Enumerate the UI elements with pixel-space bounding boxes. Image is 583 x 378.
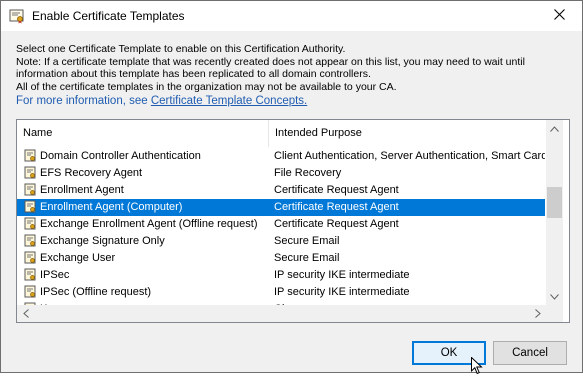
horizontal-scrollbar[interactable] <box>17 305 546 322</box>
scroll-left-icon[interactable] <box>17 305 34 322</box>
list-rows: Domain Controller Authentication Client A… <box>17 148 545 318</box>
list-item[interactable]: Exchange User Secure Email <box>17 250 545 267</box>
vertical-scrollbar[interactable] <box>546 120 563 305</box>
list-item[interactable]: Enrollment Agent Certificate Request Agen… <box>17 182 545 199</box>
enable-certificate-templates-dialog: Enable Certificate Templates Select one … <box>0 0 583 375</box>
list-item[interactable]: Exchange Enrollment Agent (Offline reque… <box>17 216 545 233</box>
template-name: Enrollment Agent (Computer) <box>40 201 183 213</box>
column-header-intended-purpose[interactable]: Intended Purpose <box>269 120 545 147</box>
close-icon <box>553 9 565 23</box>
template-name: IPSec (Offline request) <box>40 286 152 298</box>
template-name: Domain Controller Authentication <box>40 150 201 162</box>
template-name: EFS Recovery Agent <box>40 167 143 179</box>
column-header-name[interactable]: Name <box>17 120 269 147</box>
certificate-template-icon <box>24 234 37 248</box>
certificate-template-list[interactable]: Name Intended Purpose Domain Controller … <box>16 119 570 323</box>
template-intended-purpose: Secure Email <box>274 235 340 247</box>
description: Select one Certificate Template to enabl… <box>16 43 571 93</box>
certificate-template-icon <box>24 183 37 197</box>
list-item[interactable]: IPSec IP security IKE intermediate <box>17 267 545 284</box>
list-item[interactable]: IPSec (Offline request) IP security IKE i… <box>17 284 545 301</box>
mouse-cursor-icon <box>471 356 483 375</box>
template-name: Exchange User <box>40 252 116 264</box>
list-item[interactable]: Enrollment Agent (Computer) Certificate R… <box>17 199 545 216</box>
template-intended-purpose: Certificate Request Agent <box>274 218 399 230</box>
more-info-prefix: For more information, see <box>16 95 151 107</box>
list-header: Name Intended Purpose <box>17 120 569 147</box>
more-info: For more information, see Certificate Te… <box>16 95 307 107</box>
certificate-template-icon <box>24 285 37 299</box>
description-line: Note: If a certificate template that was… <box>16 55 525 68</box>
template-intended-purpose: IP security IKE intermediate <box>274 269 410 281</box>
template-intended-purpose: Client Authentication, Server Authentica… <box>274 150 545 162</box>
list-item[interactable]: EFS Recovery Agent File Recovery <box>17 165 545 182</box>
template-intended-purpose: Certificate Request Agent <box>274 201 399 213</box>
scroll-down-icon[interactable] <box>546 288 563 305</box>
template-intended-purpose: Certificate Request Agent <box>274 184 399 196</box>
template-intended-purpose: File Recovery <box>274 167 342 179</box>
description-line: information about this template has been… <box>16 68 371 80</box>
scrollbar-corner <box>546 305 563 322</box>
window-title: Enable Certificate Templates <box>32 9 185 23</box>
template-intended-purpose: IP security IKE intermediate <box>274 286 410 298</box>
list-item[interactable]: Exchange Signature Only Secure Email <box>17 233 545 250</box>
certificate-template-icon <box>24 217 37 231</box>
certificate-template-icon <box>24 200 37 214</box>
certificate-template-concepts-link[interactable]: Certificate Template Concepts. <box>151 95 307 107</box>
template-name: Exchange Signature Only <box>40 235 165 247</box>
template-intended-purpose: Secure Email <box>274 252 340 264</box>
close-button[interactable] <box>536 1 582 31</box>
description-line: All of the certificate templates in the … <box>16 80 397 93</box>
template-name: Exchange Enrollment Agent (Offline reque… <box>40 218 258 230</box>
certificate-template-icon <box>24 149 37 163</box>
scroll-right-icon[interactable] <box>529 305 546 322</box>
template-name: IPSec <box>40 269 70 281</box>
certificate-template-icon <box>24 166 37 180</box>
cancel-button[interactable]: Cancel <box>493 341 567 365</box>
template-name: Enrollment Agent <box>40 184 124 196</box>
vertical-scroll-thumb[interactable] <box>547 187 562 218</box>
description-line: Select one Certificate Template to enabl… <box>16 43 346 55</box>
certificate-icon <box>9 9 25 24</box>
list-item[interactable]: Domain Controller Authentication Client A… <box>17 148 545 165</box>
scroll-up-icon[interactable] <box>546 120 563 137</box>
certificate-template-icon <box>24 268 37 282</box>
title-bar: Enable Certificate Templates <box>1 1 582 31</box>
certificate-template-icon <box>24 251 37 265</box>
